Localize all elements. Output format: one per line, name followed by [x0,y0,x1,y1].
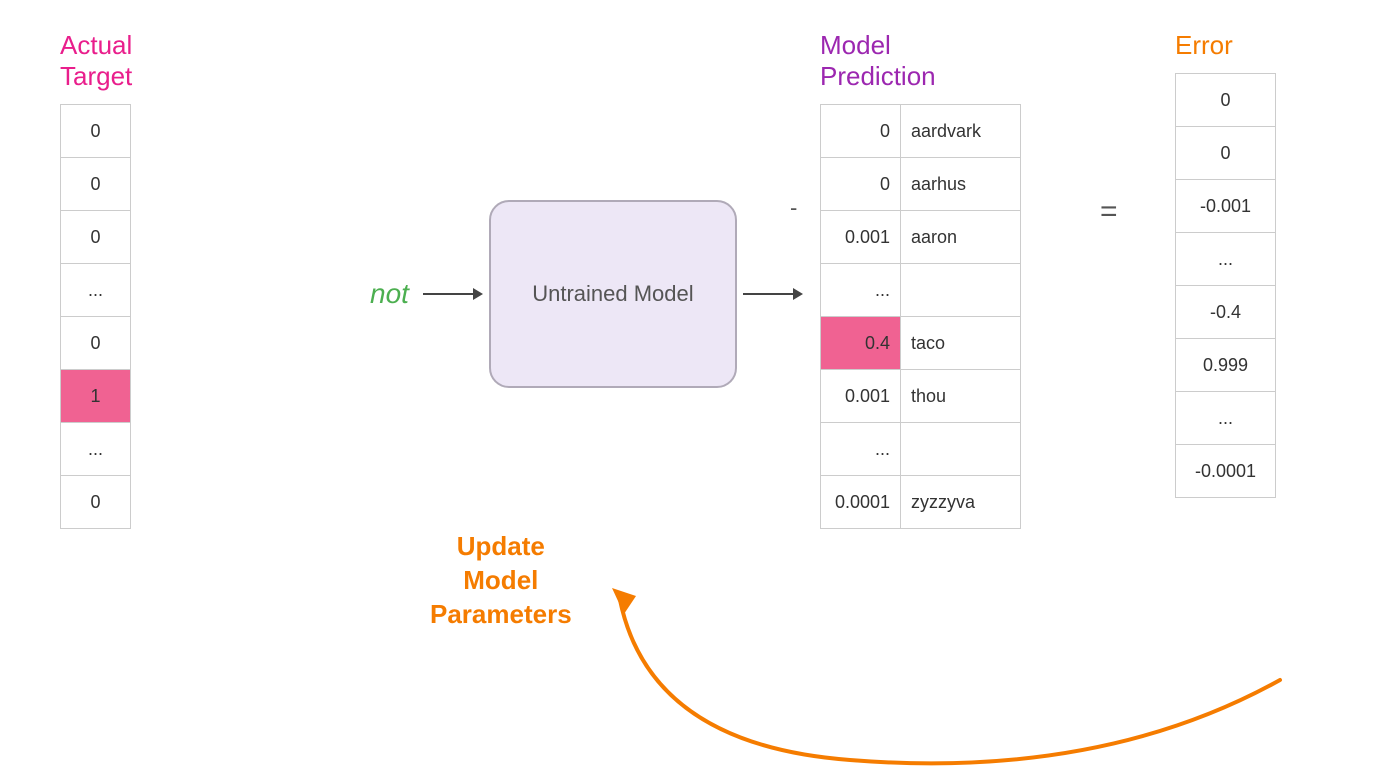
actual-target-cell: ... [61,423,131,476]
prediction-num-cell: ... [821,423,901,476]
dash-label: - [790,195,797,221]
prediction-word-cell [901,264,1021,317]
input-word: not [370,278,409,310]
main-container: Actual Target 000...01...0 not Untrained… [0,0,1390,779]
model-box: Untrained Model [489,200,737,388]
arrow-to-model [423,282,483,306]
equals-sign: = [1100,195,1118,229]
actual-target-cell: 0 [61,317,131,370]
error-cell: 0 [1176,127,1276,180]
actual-target-table: 000...01...0 [60,104,131,529]
error-cell: -0.0001 [1176,445,1276,498]
prediction-num-cell: 0.4 [821,317,901,370]
prediction-word-cell: aaron [901,211,1021,264]
prediction-num-cell: 0 [821,158,901,211]
error-cell: ... [1176,233,1276,286]
error-cell: -0.001 [1176,180,1276,233]
error-cell: 0 [1176,74,1276,127]
actual-target-cell: ... [61,264,131,317]
actual-target-cell: 1 [61,370,131,423]
prediction-num-cell: 0.0001 [821,476,901,529]
error-cell: 0.999 [1176,339,1276,392]
prediction-num-cell: 0.001 [821,211,901,264]
arrow-from-model [743,282,803,306]
prediction-word-cell: aarhus [901,158,1021,211]
actual-target-cell: 0 [61,476,131,529]
prediction-num-cell: 0.001 [821,370,901,423]
error-cell: ... [1176,392,1276,445]
update-params-label: Update Model Parameters [430,530,572,631]
prediction-word-cell: thou [901,370,1021,423]
prediction-word-cell [901,423,1021,476]
error-section: Error 00-0.001...-0.40.999...-0.0001 [1175,30,1276,498]
actual-target-title: Actual Target [60,30,132,92]
model-section: not Untrained Model [370,200,809,388]
prediction-section: Model Prediction 0aardvark0aarhus0.001aa… [820,30,1021,529]
actual-target-section: Actual Target 000...01...0 [60,30,132,529]
prediction-word-cell: zyzzyva [901,476,1021,529]
actual-target-cell: 0 [61,211,131,264]
error-cell: -0.4 [1176,286,1276,339]
prediction-word-cell: taco [901,317,1021,370]
actual-target-cell: 0 [61,105,131,158]
prediction-num-cell: ... [821,264,901,317]
prediction-word-cell: aardvark [901,105,1021,158]
error-title: Error [1175,30,1276,61]
prediction-title: Model Prediction [820,30,1021,92]
actual-target-cell: 0 [61,158,131,211]
prediction-table: 0aardvark0aarhus0.001aaron...0.4taco0.00… [820,104,1021,529]
error-table: 00-0.001...-0.40.999...-0.0001 [1175,73,1276,498]
prediction-num-cell: 0 [821,105,901,158]
